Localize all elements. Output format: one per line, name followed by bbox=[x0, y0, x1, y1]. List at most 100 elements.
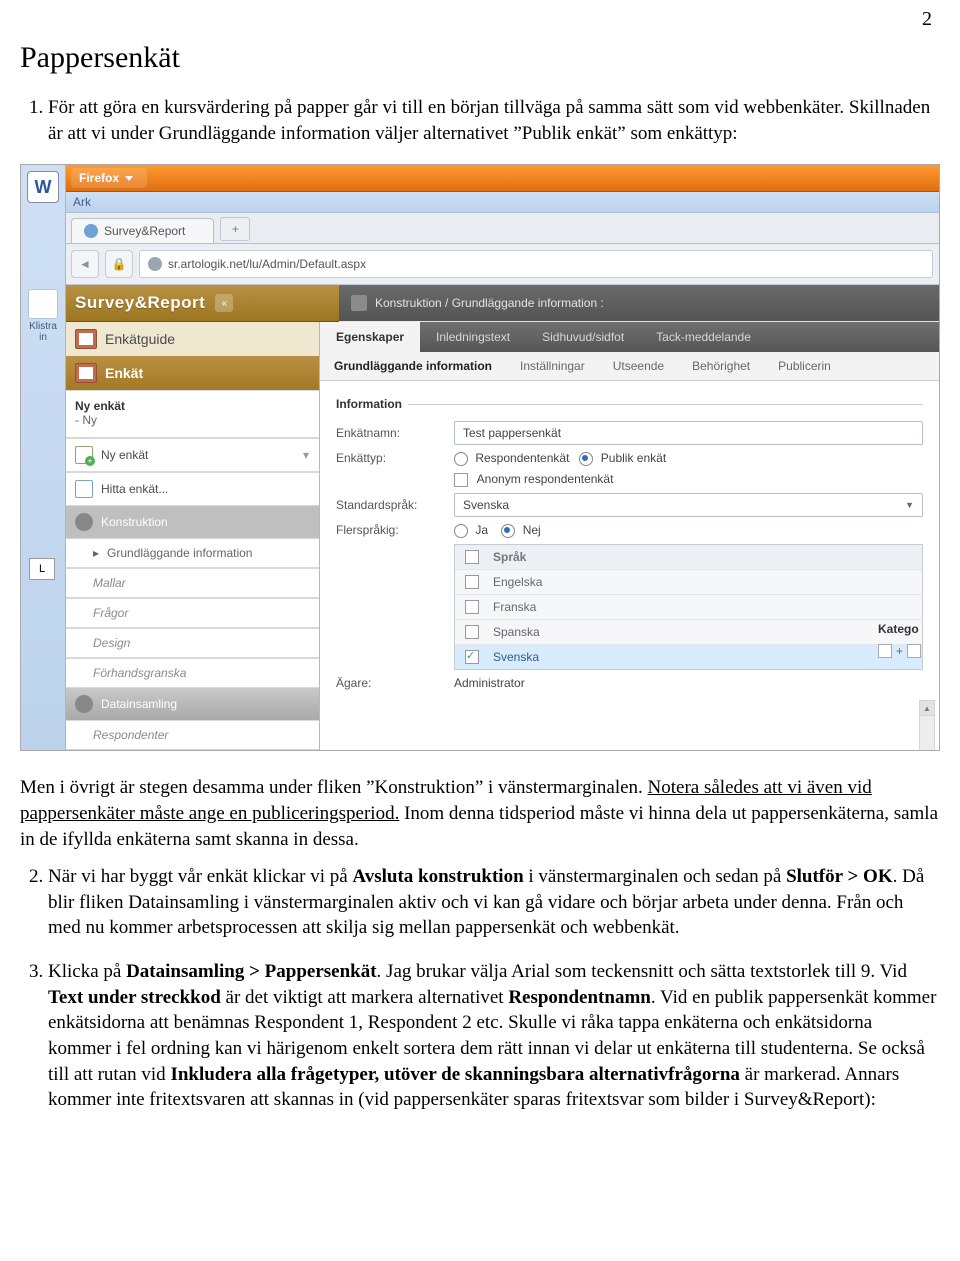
d3a: Klicka på bbox=[48, 961, 126, 982]
d2d: Slutför > OK bbox=[786, 866, 893, 887]
nav-hitta-label: Hitta enkät... bbox=[101, 482, 168, 496]
word-app-icon[interactable]: W bbox=[27, 171, 59, 203]
nav-enkatguide-label: Enkätguide bbox=[105, 331, 175, 347]
paste-button[interactable]: Klistra in bbox=[25, 289, 61, 343]
nav-grund-label: Grundläggande information bbox=[107, 546, 252, 560]
languages-scrollbar[interactable]: ▲ ▼ bbox=[919, 700, 935, 751]
plus-icon: + bbox=[896, 644, 903, 658]
section-information-label: Information bbox=[336, 397, 402, 411]
tab-sidhuvud[interactable]: Sidhuvud/sidfot bbox=[526, 322, 640, 352]
radio-respondentenkat[interactable] bbox=[454, 452, 468, 466]
browser-tab-survey[interactable]: Survey&Report bbox=[71, 218, 214, 243]
content-pane: Egenskaper Inledningstext Sidhuvud/sidfo… bbox=[320, 322, 939, 750]
tab-tack[interactable]: Tack-meddelande bbox=[640, 322, 767, 352]
paste-label: Klistra in bbox=[29, 321, 57, 343]
app-brand-header: Survey&Report « bbox=[65, 285, 339, 322]
radio-ja[interactable] bbox=[454, 524, 468, 538]
nav-ny-enkat-head: Ny enkät bbox=[75, 399, 309, 413]
subtab-publicering[interactable]: Publicerin bbox=[764, 359, 845, 373]
doc-title: Pappersenkät bbox=[20, 41, 940, 75]
clipboard-icon bbox=[28, 289, 58, 319]
checkbox-lang-en[interactable] bbox=[465, 575, 479, 589]
lang-es-label: Spanska bbox=[493, 625, 540, 639]
value-agare: Administrator bbox=[454, 676, 525, 690]
expand-button[interactable] bbox=[878, 644, 892, 658]
select-value: Svenska bbox=[463, 498, 509, 512]
nav-forhandsgranska[interactable]: Förhandsgranska bbox=[65, 658, 319, 688]
subtab-behorighet[interactable]: Behörighet bbox=[678, 359, 764, 373]
nav-konstruktion[interactable]: Konstruktion bbox=[65, 506, 319, 538]
d3d: Text under streckkod bbox=[48, 987, 221, 1008]
label-flersprakig: Flerspråkig: bbox=[336, 523, 446, 537]
word-ark-tab[interactable]: Ark bbox=[65, 192, 939, 213]
nav-enkat-label: Enkät bbox=[105, 365, 143, 381]
nav-respondenter[interactable]: Respondenter bbox=[65, 720, 319, 750]
d3c: . Jag brukar välja Arial som teckensnitt… bbox=[377, 961, 907, 982]
subtab-grund[interactable]: Grundläggande information bbox=[320, 359, 506, 373]
lang-en-label: Engelska bbox=[493, 575, 542, 589]
nav-mallar[interactable]: Mallar bbox=[65, 568, 319, 598]
collapse-sidebar-button[interactable]: « bbox=[215, 294, 233, 312]
nav-hitta-enkat[interactable]: Hitta enkät... bbox=[65, 472, 319, 506]
tab-egenskaper[interactable]: Egenskaper bbox=[320, 322, 420, 352]
nav-ny-enkat-label: Ny enkät bbox=[101, 448, 148, 462]
d3b: Datainsamling > Pappersenkät bbox=[126, 961, 376, 982]
tab-title: Survey&Report bbox=[104, 224, 185, 238]
scroll-up-button[interactable]: ▲ bbox=[920, 701, 934, 716]
tree-checkbox[interactable] bbox=[907, 644, 921, 658]
checkbox-lang-fr[interactable] bbox=[465, 600, 479, 614]
nav-grundlaggande[interactable]: ▸ Grundläggande information bbox=[65, 538, 319, 568]
firefox-menu-button[interactable]: Firefox bbox=[71, 168, 147, 188]
language-header-label: Språk bbox=[493, 550, 526, 564]
label-enkattyp: Enkättyp: bbox=[336, 451, 446, 465]
search-icon bbox=[75, 480, 93, 498]
chevron-down-icon: ▾ bbox=[303, 448, 309, 462]
screenshot: W Klistra in L Firefox Ark Survey&Report… bbox=[20, 164, 940, 751]
nav-design[interactable]: Design bbox=[65, 628, 319, 658]
nav-enkat[interactable]: Enkät bbox=[65, 356, 319, 390]
doc-body: För att göra en kursvärdering på papper … bbox=[20, 95, 940, 146]
section-kategori-label: Katego bbox=[878, 622, 921, 636]
form-info: Information Enkätnamn: Test pappersenkät… bbox=[320, 381, 939, 703]
checkbox-all-lang[interactable] bbox=[465, 550, 479, 564]
nav-fragor[interactable]: Frågor bbox=[65, 598, 319, 628]
left-nav: Enkätguide Enkät Ny enkät - Ny Ny enkät … bbox=[65, 322, 320, 750]
top-tabs: Egenskaper Inledningstext Sidhuvud/sidfo… bbox=[320, 322, 939, 352]
label-enkatnamn: Enkätnamn: bbox=[336, 426, 446, 440]
subtab-installningar[interactable]: Inställningar bbox=[506, 359, 599, 373]
nav-datainsamling[interactable]: Datainsamling bbox=[65, 688, 319, 720]
language-row-en[interactable]: Engelska bbox=[455, 569, 922, 594]
address-bar[interactable]: sr.artologik.net/lu/Admin/Default.aspx bbox=[139, 250, 933, 278]
app-logo: Survey&Report bbox=[75, 293, 205, 313]
tab-inledningstext[interactable]: Inledningstext bbox=[420, 322, 526, 352]
input-enkatnamn[interactable]: Test pappersenkät bbox=[454, 421, 923, 445]
language-header: Språk bbox=[455, 545, 922, 569]
language-row-sv[interactable]: Svenska bbox=[455, 644, 922, 669]
doc-item-3: Klicka på Datainsamling > Pappersenkät. … bbox=[48, 959, 940, 1113]
nav-enkatguide[interactable]: Enkätguide bbox=[65, 322, 319, 356]
security-lock-icon[interactable]: 🔒 bbox=[105, 250, 133, 278]
checkbox-lang-sv[interactable] bbox=[465, 650, 479, 664]
checkbox-anonym[interactable] bbox=[454, 473, 468, 487]
checkbox-lang-es[interactable] bbox=[465, 625, 479, 639]
doc-after-a: Men i övrigt är stegen desamma under fli… bbox=[20, 777, 648, 798]
language-row-es[interactable]: Spanska bbox=[455, 619, 922, 644]
label-agare: Ägare: bbox=[336, 676, 446, 690]
language-row-fr[interactable]: Franska bbox=[455, 594, 922, 619]
radio-publik-enkat[interactable] bbox=[579, 452, 593, 466]
doc-body-continued: Men i övrigt är stegen desamma under fli… bbox=[20, 775, 940, 1113]
nav-ny-enkat[interactable]: Ny enkät ▾ bbox=[65, 438, 319, 472]
subtab-utseende[interactable]: Utseende bbox=[599, 359, 678, 373]
back-button[interactable]: ◄ bbox=[71, 250, 99, 278]
d3f: Respondentnamn bbox=[508, 987, 651, 1008]
checkbox-anonym-label: Anonym respondentenkät bbox=[477, 472, 614, 486]
language-list: Språk Engelska Franska bbox=[454, 544, 923, 670]
radio-nej[interactable] bbox=[501, 524, 515, 538]
ruler-tab-indicator[interactable]: L bbox=[29, 558, 55, 580]
new-tab-button[interactable]: + bbox=[220, 217, 250, 241]
d3e: är det viktigt att markera alternativet bbox=[221, 987, 509, 1008]
nav-datainsamling-label: Datainsamling bbox=[101, 697, 177, 711]
chevron-down-icon: ▼ bbox=[905, 500, 914, 510]
select-standardsprak[interactable]: Svenska ▼ bbox=[454, 493, 923, 517]
firefox-menu-bar: Firefox bbox=[65, 165, 939, 192]
